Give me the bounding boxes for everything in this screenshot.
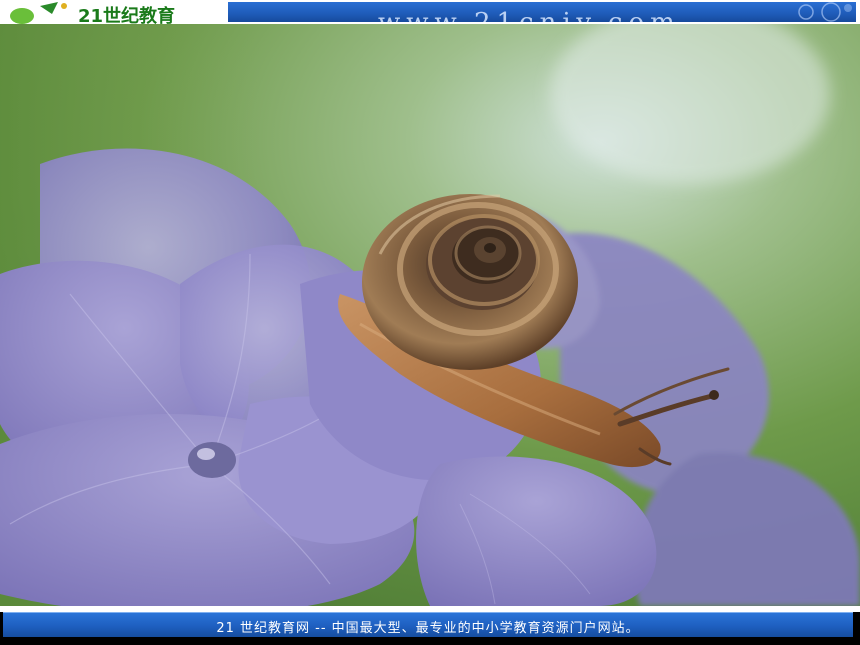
photo xyxy=(0,24,860,606)
header: 21世纪教育 www.21cnjy.com xyxy=(0,0,860,24)
footer-text: 21 世纪教育网 -- 中国最大型、最专业的中小学教育资源门户网站。 xyxy=(216,621,640,636)
logo-text: 21世纪教育 xyxy=(78,5,175,24)
header-bar: www.21cnjy.com xyxy=(228,2,856,22)
snail-photo xyxy=(0,24,860,606)
slide: 21世纪教育 www.21cnjy.com xyxy=(0,0,860,645)
logo: 21世纪教育 xyxy=(0,0,228,24)
footer-bottom-edge xyxy=(0,637,860,645)
header-url: www.21cnjy.com xyxy=(378,8,681,22)
header-decoration xyxy=(798,2,852,22)
footer-bar: 21 世纪教育网 -- 中国最大型、最专业的中小学教育资源门户网站。 xyxy=(3,612,853,637)
logo-graphic: 21世纪教育 xyxy=(10,2,175,24)
